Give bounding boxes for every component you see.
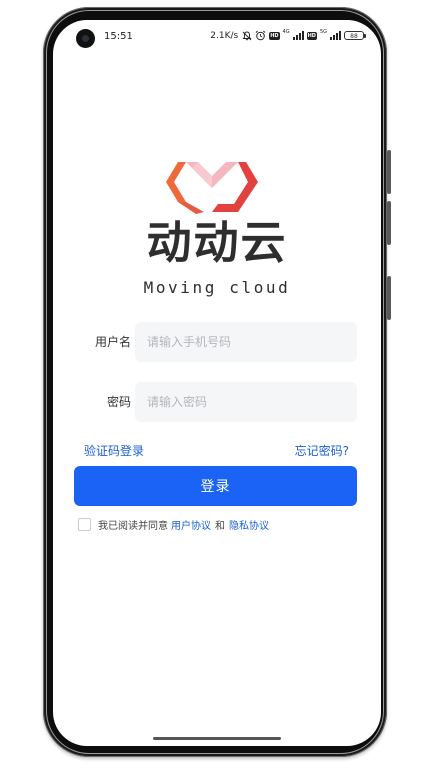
alarm-icon: [255, 30, 266, 41]
brand-name-cn: 动动云: [146, 216, 288, 269]
password-row: 密码: [75, 382, 359, 422]
net-speed: 2.1K/s: [210, 30, 239, 41]
agreement-conjunction: 和: [215, 521, 225, 532]
sim2-hd-badge: HD: [306, 31, 317, 40]
agreement-row: 我已阅读并同意 用户协议 和 隐私协议: [78, 517, 269, 532]
status-bar: 15:51 2.1K/s HD 4G HD 5G 88: [53, 20, 381, 58]
password-input[interactable]: [135, 382, 357, 422]
username-input[interactable]: [135, 322, 357, 362]
phone-volume-down-button: [387, 201, 391, 245]
status-time: 15:51: [104, 31, 133, 42]
sim1-network: 4G: [282, 28, 290, 35]
signal-icon: [292, 31, 304, 40]
username-row: 用户名: [75, 322, 359, 362]
phone-screen: 15:51 2.1K/s HD 4G HD 5G 88 动动云 Moving c…: [53, 20, 381, 746]
phone-volume-up-button: [387, 150, 391, 194]
sim1-hd-badge: HD: [269, 31, 280, 40]
agreement-checkbox[interactable]: [78, 518, 91, 531]
front-camera: [76, 29, 95, 48]
privacy-policy-link[interactable]: 隐私协议: [229, 517, 269, 532]
battery-icon: 88: [344, 31, 366, 40]
mute-bell-icon: [242, 31, 252, 41]
moving-cloud-logo-icon: [166, 162, 258, 214]
username-label: 用户名: [94, 335, 131, 349]
forgot-password-link[interactable]: 忘记密码?: [295, 442, 349, 459]
password-label: 密码: [106, 395, 131, 409]
phone-power-button: [387, 276, 391, 320]
sms-login-link[interactable]: 验证码登录: [84, 442, 144, 459]
brand-name-en: Moving cloud: [143, 278, 291, 297]
stage: 15:51 2.1K/s HD 4G HD 5G 88 动动云 Moving c…: [0, 0, 432, 768]
user-agreement-link[interactable]: 用户协议: [171, 517, 211, 532]
signal-icon: [330, 31, 341, 40]
agreement-prefix: 我已阅读并同意: [98, 521, 168, 532]
status-icons: 2.1K/s HD 4G HD 5G 88: [210, 28, 366, 41]
login-button[interactable]: 登录: [74, 466, 357, 506]
home-indicator[interactable]: [153, 737, 281, 740]
sim2-network: 5G: [319, 28, 327, 35]
